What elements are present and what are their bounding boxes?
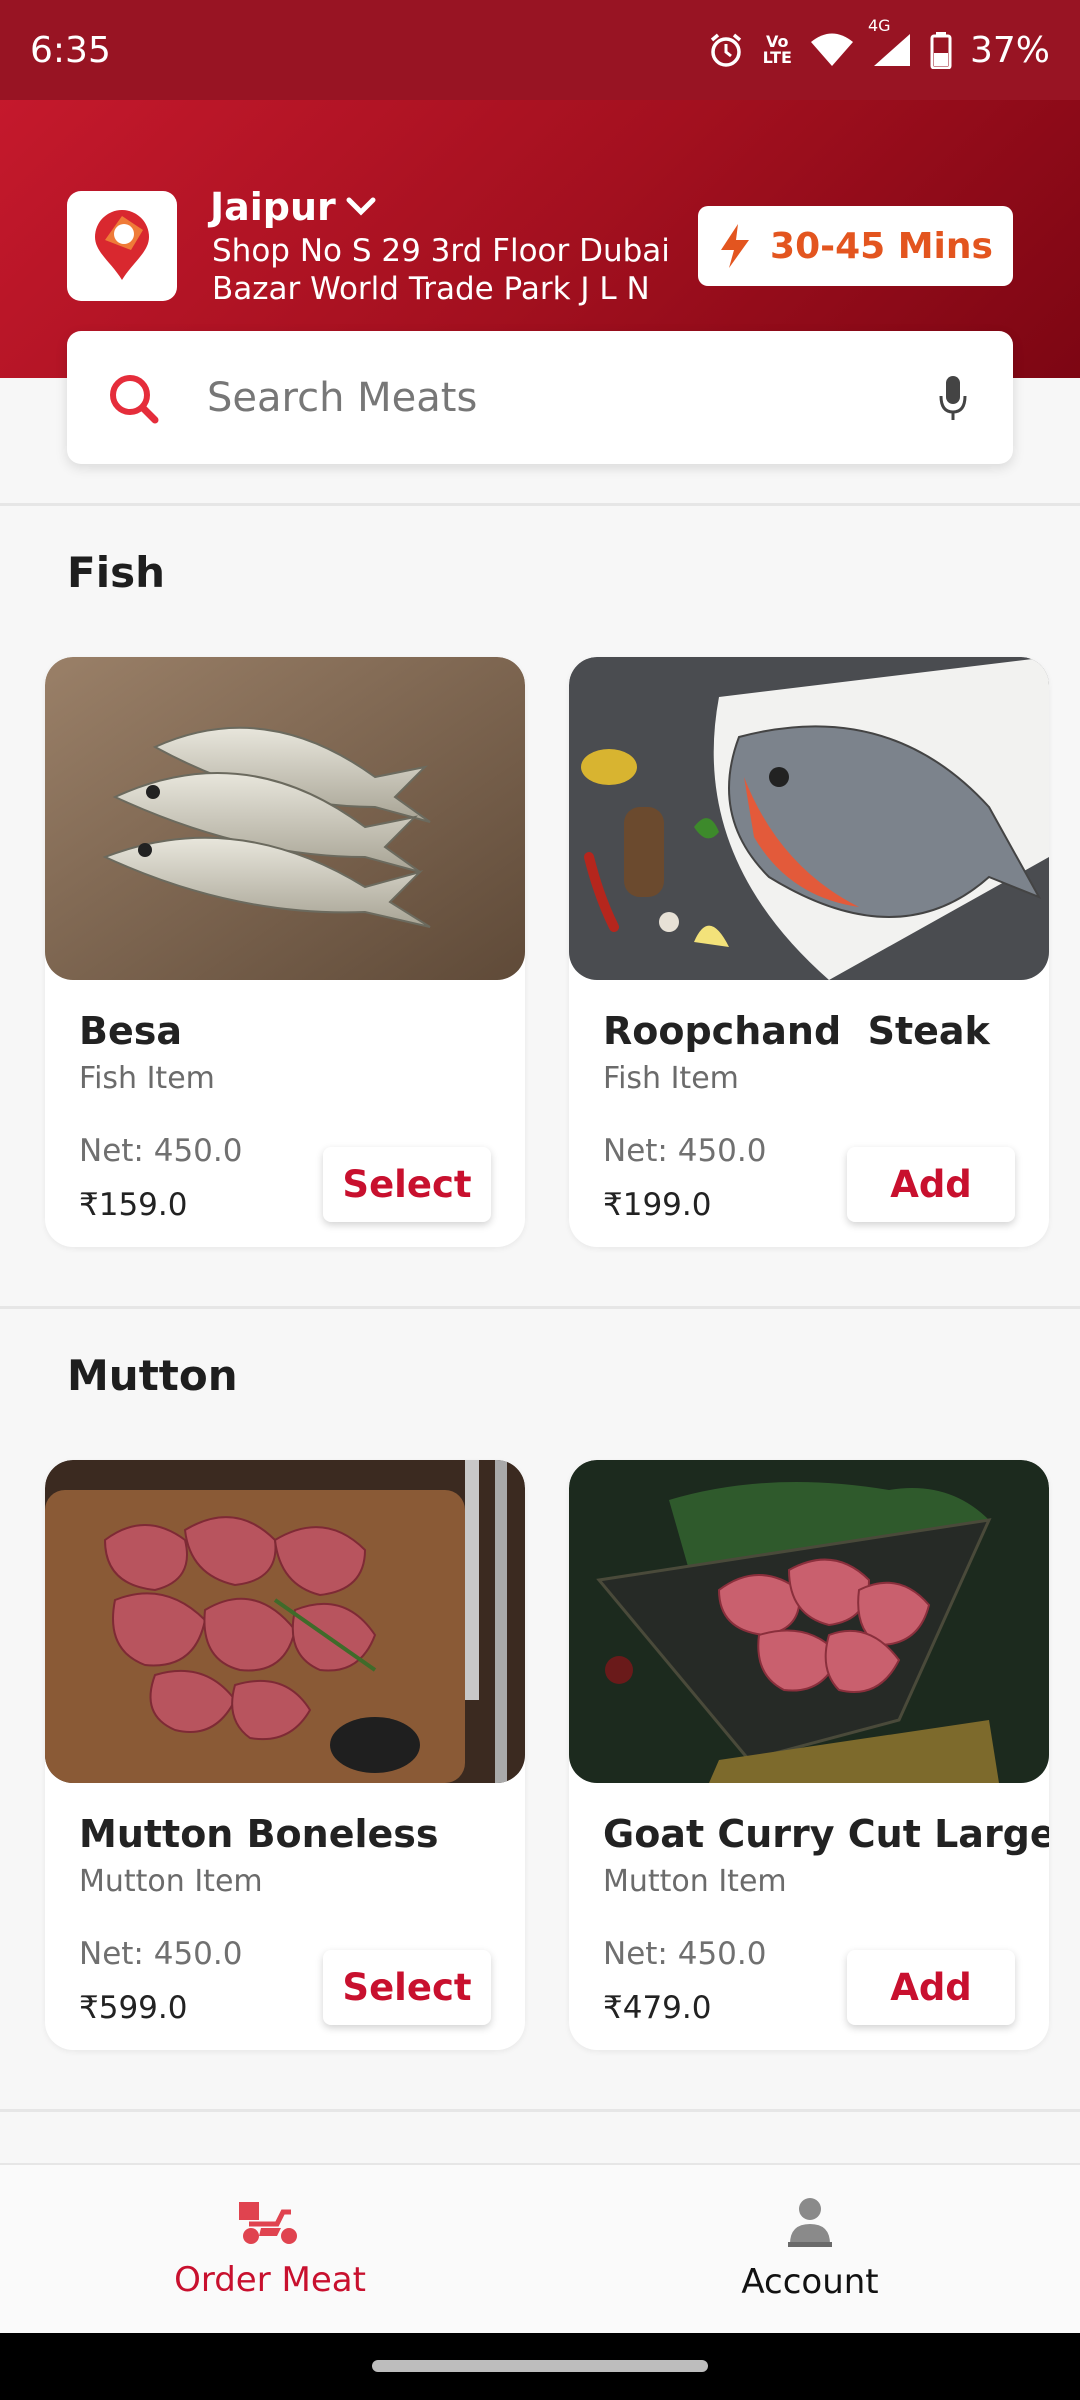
search-icon bbox=[107, 372, 167, 424]
product-card-besa[interactable]: Besa Fish Item Net: 450.0 ₹159.0 Select bbox=[45, 657, 525, 1247]
product-image-mutton-boneless bbox=[45, 1460, 525, 1783]
microphone-icon[interactable] bbox=[933, 374, 973, 422]
product-name: Mutton Boneless bbox=[79, 1812, 439, 1856]
product-name: Besa bbox=[79, 1009, 182, 1053]
chevron-down-icon bbox=[346, 197, 376, 216]
alarm-icon bbox=[707, 31, 745, 69]
delivery-scooter-icon bbox=[239, 2202, 297, 2244]
product-category: Mutton Item bbox=[603, 1864, 787, 1899]
status-time: 6:35 bbox=[30, 29, 111, 71]
account-icon bbox=[788, 2198, 832, 2247]
product-name: Goat Curry Cut Large bbox=[603, 1812, 1049, 1856]
product-price: ₹479.0 bbox=[603, 1990, 712, 2026]
battery-icon bbox=[930, 31, 952, 69]
volte-icon: Vo LTE bbox=[763, 34, 792, 66]
product-price: ₹199.0 bbox=[603, 1187, 712, 1223]
nav-account-label: Account bbox=[741, 2262, 879, 2302]
product-image-roopchand-steak bbox=[569, 657, 1049, 980]
city-name: Jaipur bbox=[210, 185, 336, 229]
section-divider bbox=[0, 503, 1080, 506]
city-selector[interactable]: Jaipur bbox=[210, 185, 376, 229]
product-category: Fish Item bbox=[603, 1061, 739, 1096]
product-net-weight: Net: 450.0 bbox=[603, 1133, 767, 1169]
network-type-label: 4G bbox=[867, 16, 891, 35]
location-pin-icon bbox=[95, 210, 149, 280]
delivery-eta-badge: 30-45 Mins bbox=[698, 206, 1013, 286]
product-card-roopchand-steak[interactable]: Roopchand Steak Fish Item Net: 450.0 ₹19… bbox=[569, 657, 1049, 1247]
status-bar: 6:35 Vo LTE 4G 37% bbox=[0, 0, 1080, 100]
product-image-goat-curry-cut-large bbox=[569, 1460, 1049, 1783]
eta-label: 30-45 Mins bbox=[770, 225, 993, 267]
section-divider bbox=[0, 2109, 1080, 2112]
add-button[interactable]: Add bbox=[847, 1950, 1015, 2025]
search-input[interactable] bbox=[207, 374, 933, 421]
product-price: ₹159.0 bbox=[79, 1187, 188, 1223]
status-icons: Vo LTE 4G 37% bbox=[707, 16, 1050, 71]
home-gesture-handle[interactable] bbox=[372, 2360, 708, 2372]
section-divider bbox=[0, 1306, 1080, 1309]
product-card-goat-curry-cut-large[interactable]: Goat Curry Cut Large Mutton Item Net: 45… bbox=[569, 1460, 1049, 2050]
select-button[interactable]: Select bbox=[323, 1950, 491, 2025]
product-net-weight: Net: 450.0 bbox=[79, 1936, 243, 1972]
add-button[interactable]: Add bbox=[847, 1147, 1015, 1222]
product-category: Mutton Item bbox=[79, 1864, 263, 1899]
wifi-icon bbox=[810, 33, 854, 67]
cell-signal-icon: 4G bbox=[868, 16, 912, 68]
lte-label: LTE bbox=[762, 48, 792, 67]
product-net-weight: Net: 450.0 bbox=[79, 1133, 243, 1169]
product-card-mutton-boneless[interactable]: Mutton Boneless Mutton Item Net: 450.0 ₹… bbox=[45, 1460, 525, 2050]
product-image-besa bbox=[45, 657, 525, 980]
location-pin-button[interactable] bbox=[67, 191, 177, 301]
section-title-fish: Fish bbox=[67, 548, 165, 597]
product-name: Roopchand Steak bbox=[603, 1009, 990, 1053]
section-title-mutton: Mutton bbox=[67, 1351, 238, 1400]
battery-percent: 37% bbox=[969, 29, 1050, 71]
product-price: ₹599.0 bbox=[79, 1990, 188, 2026]
nav-order-meat[interactable]: Order Meat bbox=[0, 2165, 540, 2333]
nav-order-meat-label: Order Meat bbox=[174, 2260, 366, 2300]
nav-account[interactable]: Account bbox=[540, 2165, 1080, 2333]
product-net-weight: Net: 450.0 bbox=[603, 1936, 767, 1972]
product-category: Fish Item bbox=[79, 1061, 215, 1096]
lightning-icon bbox=[721, 224, 750, 268]
bottom-navigation: Order Meat Account bbox=[0, 2163, 1080, 2333]
delivery-address[interactable]: Shop No S 29 3rd Floor Dubai Bazar World… bbox=[212, 232, 692, 308]
search-bar[interactable] bbox=[67, 331, 1013, 464]
select-button[interactable]: Select bbox=[323, 1147, 491, 1222]
